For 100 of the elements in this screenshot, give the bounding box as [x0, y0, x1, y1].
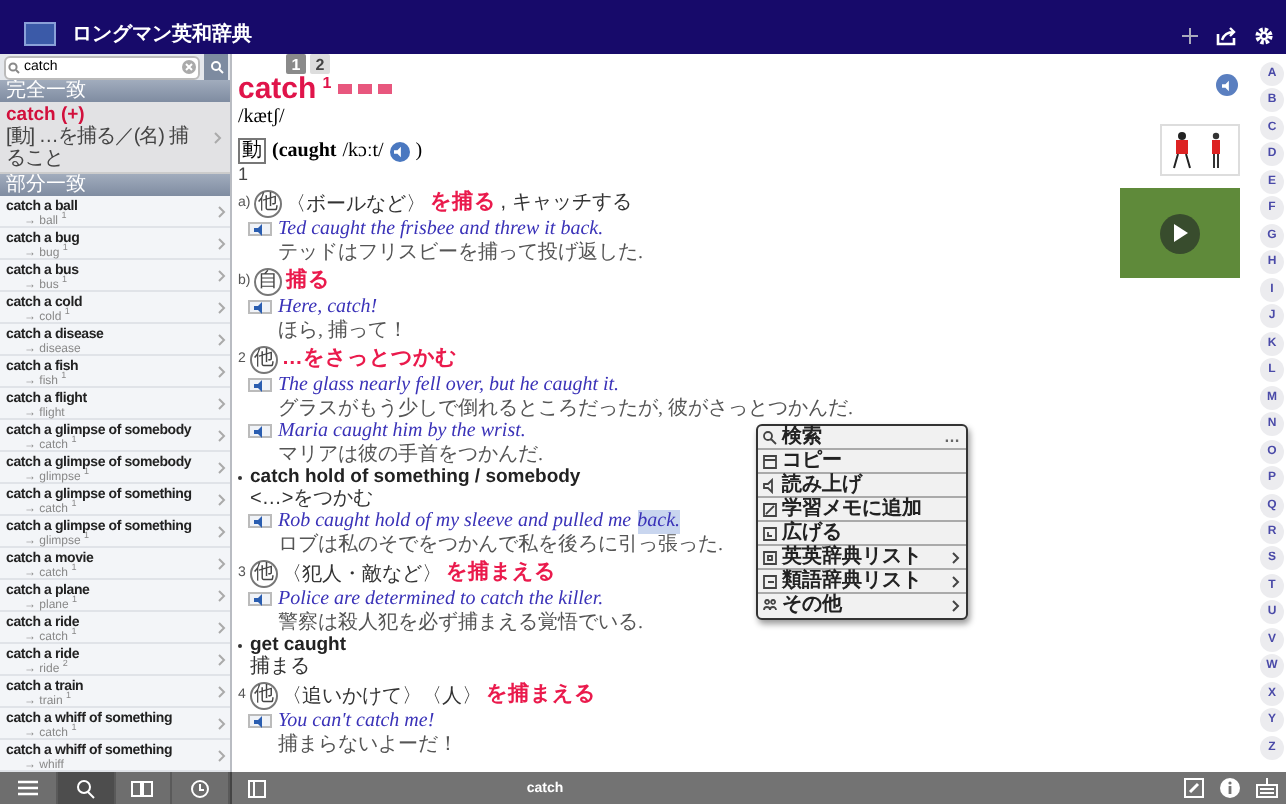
idiom-meaning: <…>をつかむ — [250, 488, 374, 510]
example-translation: 捕まらないよーだ！ — [278, 733, 458, 756]
result-item[interactable]: catch (+) [動] …を捕る／(名) 捕ること — [0, 102, 230, 174]
speaker-button[interactable] — [248, 514, 272, 529]
chevron-icon — [218, 301, 226, 313]
part-of-speech-label: 動 — [238, 138, 266, 164]
speaker-icon — [393, 145, 406, 157]
search-button[interactable] — [204, 54, 228, 80]
definition: を捕まえる — [485, 684, 596, 708]
search-icon — [8, 61, 20, 73]
play-icon — [1160, 213, 1200, 253]
example-translation: テッドはフリスビーを捕って投げ返した. — [278, 241, 643, 264]
share-button[interactable] — [1216, 26, 1238, 46]
menu-item[interactable]: 英英辞典リスト — [758, 546, 966, 570]
speaker-button[interactable] — [389, 141, 410, 161]
menu-item-icon — [762, 573, 778, 589]
chevron-icon — [214, 131, 222, 143]
speaker-button[interactable] — [248, 424, 272, 439]
speaker-button[interactable] — [248, 378, 272, 393]
chevron-icon — [218, 205, 226, 217]
search-icon — [209, 60, 223, 74]
homograph-number: 1 — [322, 74, 332, 92]
example-translation: マリアは彼の手首をつかんだ. — [278, 443, 543, 466]
idiom-phrase: catch hold of something / somebody — [250, 466, 581, 488]
search-icon — [76, 779, 95, 798]
example-sentence: Ted caught the frisbee and threw it back. — [278, 218, 604, 241]
menu-item[interactable]: 読み上げ — [758, 474, 966, 498]
chevron-icon — [218, 461, 226, 473]
menu-item[interactable]: その他 — [758, 594, 966, 618]
chevron-icon — [218, 717, 226, 729]
edit-button[interactable] — [1184, 778, 1204, 798]
chevron-icon — [218, 525, 226, 537]
menu-item[interactable]: 検索 … — [758, 426, 966, 450]
example-sentence: You can't catch me! — [278, 710, 435, 733]
menu-item-icon — [762, 453, 778, 469]
speaker-icon — [253, 301, 267, 314]
idiom-meaning: 捕まる — [250, 656, 310, 678]
menu-item-icon — [762, 429, 778, 445]
speaker-icon — [253, 515, 267, 528]
speaker-icon — [253, 593, 267, 606]
inflection-pronunciation: /kɔːt/ — [342, 139, 384, 163]
section-header: 完全一致 — [0, 80, 230, 102]
speaker-button[interactable] — [248, 222, 272, 237]
chevron-icon — [218, 493, 226, 505]
menu-item[interactable]: 広げる — [758, 522, 966, 546]
sidebar-toggle-button[interactable] — [248, 779, 266, 797]
chevron-icon — [952, 600, 960, 612]
chevron-icon — [218, 653, 226, 665]
speaker-button[interactable] — [1216, 74, 1238, 96]
menu-item[interactable]: 類語辞典リスト — [758, 570, 966, 594]
headword: catch — [238, 74, 317, 106]
example-sentence: Rob caught hold of my sleeve and pulled me — [278, 510, 632, 533]
settings-button[interactable] — [1254, 26, 1274, 46]
example-translation: ロブは私のそでをつかんで私を後ろに引っ張った. — [278, 533, 723, 556]
usage-note: 〈追いかけて〉〈人〉 — [281, 684, 482, 710]
chevron-icon — [218, 333, 226, 345]
chevron-icon — [218, 397, 226, 409]
definition: を捕まえる — [445, 562, 556, 586]
chevron-icon — [218, 237, 226, 249]
keyboard-button[interactable] — [1256, 778, 1278, 798]
speaker-icon — [253, 379, 267, 392]
chevron-icon — [218, 589, 226, 601]
part-of-speech-label: 自 — [254, 268, 283, 296]
chevron-icon — [218, 429, 226, 441]
info-button[interactable] — [1220, 778, 1240, 798]
sense-number: 1 — [238, 164, 249, 186]
menu-icon — [16, 779, 39, 795]
example-sentence: Maria caught him by the wrist. — [278, 420, 526, 443]
app-logo-icon — [24, 22, 56, 46]
menu-item-icon — [762, 501, 778, 517]
speaker-button[interactable] — [248, 300, 272, 315]
example-sentence: Here, catch! — [278, 296, 378, 319]
definition-extra: , キャッチする — [500, 192, 632, 216]
definition: …をさっとつかむ — [281, 348, 457, 372]
definition: を捕る — [430, 192, 497, 216]
speaker-button[interactable] — [248, 592, 272, 607]
page-tab[interactable]: 2 — [310, 54, 330, 74]
video-thumbnail[interactable] — [1120, 188, 1240, 278]
menu-item[interactable]: コピー — [758, 450, 966, 474]
example-sentence: The glass nearly fell over, but he caught it. — [278, 374, 620, 397]
add-button[interactable] — [1180, 26, 1200, 46]
menu-item-icon — [762, 598, 778, 614]
example-translation: ほら, 捕って！ — [278, 319, 408, 342]
book-icon — [131, 780, 154, 796]
pronunciation: /kætʃ/ — [238, 106, 287, 128]
illustration-drawing[interactable] — [1160, 124, 1240, 176]
menu-item-icon — [762, 549, 778, 565]
example-sentence: Police are determined to catch the killer. — [278, 588, 604, 611]
menu-item[interactable]: 学習メモに追加 — [758, 498, 966, 522]
selected-word: back. — [637, 510, 681, 533]
toolbar-button[interactable] — [57, 772, 115, 804]
inflection-form: (caught — [272, 139, 337, 163]
chevron-icon — [218, 685, 226, 697]
example-translation: 警察は殺人犯を必ず捕まえる覚悟でいる. — [278, 611, 643, 634]
section-header: 部分一致 — [0, 174, 230, 196]
part-of-speech-label: 他 — [249, 682, 278, 710]
speaker-button[interactable] — [248, 714, 272, 729]
chevron-icon — [218, 269, 226, 281]
example-translation: グラスがもう少しで倒れるところだったが, 彼がさっとつかんだ. — [278, 397, 853, 420]
chevron-icon — [218, 365, 226, 377]
